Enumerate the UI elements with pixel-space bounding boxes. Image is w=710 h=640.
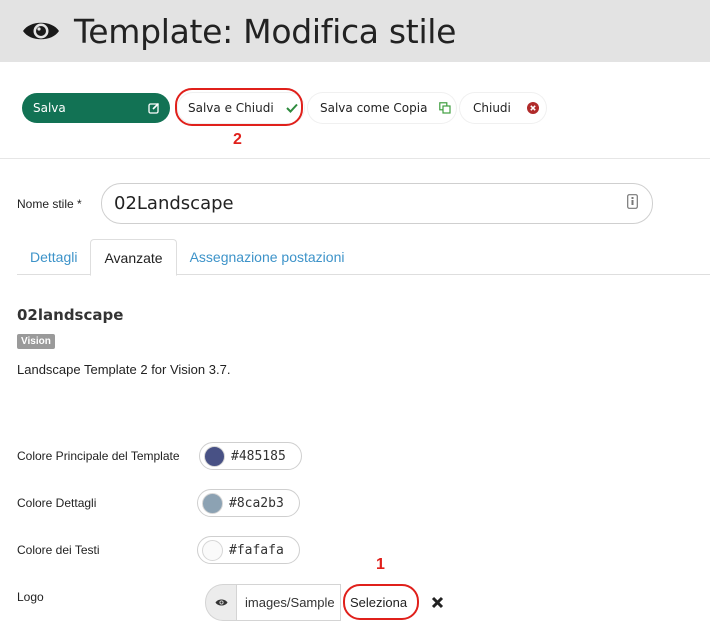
details-color-swatch: [202, 492, 223, 514]
divider: [0, 158, 710, 159]
name-value: 02Landscape: [114, 193, 234, 214]
annotation-ring-1: [343, 584, 419, 620]
main-color-input[interactable]: #485185: [199, 442, 302, 470]
edit-icon: [148, 102, 160, 114]
save-label: Salva: [33, 101, 66, 115]
close-circle-icon: [527, 102, 539, 114]
name-label: Nome stile *: [17, 197, 82, 211]
main-color-value: #485185: [231, 448, 286, 464]
close-icon: [431, 596, 443, 609]
preview-eye-button[interactable]: [205, 584, 236, 621]
tab-assegnazione-postazioni[interactable]: Assegnazione postazioni: [177, 239, 358, 275]
close-button[interactable]: Chiudi: [460, 93, 546, 123]
annotation-number-1: 1: [376, 556, 385, 573]
copy-icon: [439, 102, 452, 114]
logo-label: Logo: [17, 590, 44, 604]
main-color-swatch: [204, 445, 225, 467]
text-color-value: #fafafa: [229, 542, 284, 558]
eye-icon: [215, 599, 227, 606]
text-color-swatch: [202, 539, 223, 561]
clear-logo-button[interactable]: [419, 584, 455, 621]
text-info-icon[interactable]: [627, 194, 638, 213]
details-color-input[interactable]: #8ca2b3: [197, 489, 300, 517]
save-as-copy-label: Salva come Copia: [320, 101, 428, 115]
text-color-input[interactable]: #fafafa: [197, 536, 300, 564]
close-label: Chiudi: [473, 101, 511, 115]
main-color-label: Colore Principale del Template: [17, 449, 180, 463]
name-input[interactable]: 02Landscape: [101, 183, 653, 224]
tab-dettagli[interactable]: Dettagli: [17, 239, 90, 275]
page-title: Template: Modifica stile: [74, 11, 457, 51]
tab-avanzate[interactable]: Avanzate: [90, 239, 177, 276]
annotation-number-2: 2: [233, 131, 242, 148]
details-color-label: Colore Dettagli: [17, 496, 97, 510]
tab-bar: Dettagli Avanzate Assegnazione postazion…: [17, 239, 710, 276]
template-title: 02landscape: [17, 306, 124, 324]
save-button[interactable]: Salva: [22, 93, 170, 123]
logo-path-input[interactable]: images/Sample: [236, 584, 341, 621]
template-description: Landscape Template 2 for Vision 3.7.: [17, 362, 231, 377]
eye-icon: [22, 17, 60, 45]
details-color-value: #8ca2b3: [229, 495, 284, 511]
page-header: Template: Modifica stile: [0, 0, 710, 62]
save-as-copy-button[interactable]: Salva come Copia: [308, 93, 456, 123]
annotation-ring-2: [175, 88, 303, 126]
text-color-label: Colore dei Testi: [17, 543, 100, 557]
template-badge: Vision: [17, 334, 55, 349]
